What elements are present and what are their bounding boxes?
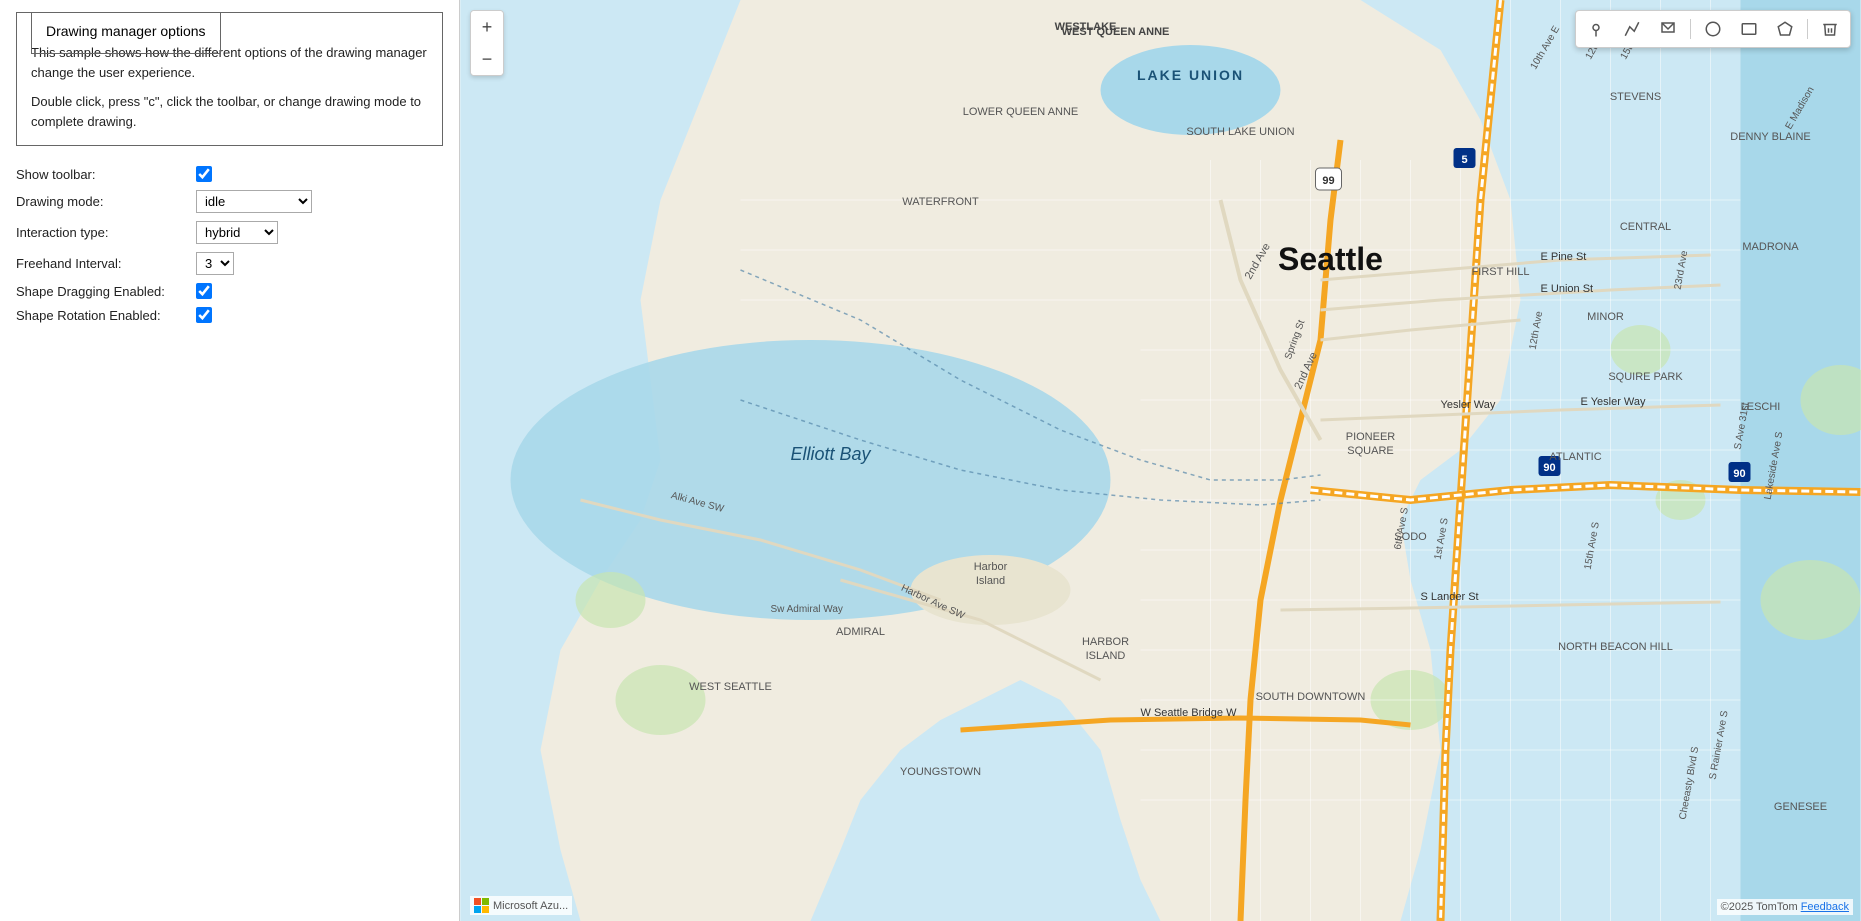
show-toolbar-checkbox[interactable] — [196, 166, 212, 182]
ms-logo: Microsoft Azu... — [470, 896, 572, 915]
svg-text:SOUTH LAKE UNION: SOUTH LAKE UNION — [1186, 126, 1294, 138]
shape-dragging-row: Shape Dragging Enabled: — [16, 283, 443, 299]
svg-text:Harbor: Harbor — [974, 561, 1008, 573]
zoom-out-button[interactable]: − — [471, 43, 503, 75]
svg-text:E Union St: E Union St — [1541, 283, 1594, 295]
freehand-interval-select[interactable]: 1 2 3 4 5 — [196, 252, 234, 275]
drawing-mode-label: Drawing mode: — [16, 194, 196, 209]
left-panel: Drawing manager options This sample show… — [0, 0, 460, 921]
show-toolbar-label: Show toolbar: — [16, 167, 196, 182]
point-tool-button[interactable] — [1582, 15, 1610, 43]
polygon-tool-button[interactable] — [1771, 15, 1799, 43]
svg-text:99: 99 — [1322, 175, 1334, 187]
svg-text:E Pine St: E Pine St — [1541, 251, 1587, 263]
circle-tool-button[interactable] — [1699, 15, 1727, 43]
drawing-mode-select[interactable]: idle draw-point draw-line draw-polygon d… — [196, 190, 312, 213]
rectangle-tool-button[interactable] — [1735, 15, 1763, 43]
toolbar-divider-2 — [1807, 19, 1808, 39]
erase-tool-button[interactable] — [1816, 15, 1844, 43]
zoom-in-button[interactable]: + — [471, 11, 503, 43]
shape-rotation-row: Shape Rotation Enabled: — [16, 307, 443, 323]
svg-text:ATLANTIC: ATLANTIC — [1549, 451, 1601, 463]
attribution-text: ©2025 TomTom — [1721, 901, 1798, 913]
svg-text:Elliott Bay: Elliott Bay — [790, 444, 871, 464]
svg-text:NORTH BEACON HILL: NORTH BEACON HILL — [1558, 641, 1673, 653]
shape-dragging-checkbox[interactable] — [196, 283, 212, 299]
interaction-type-select[interactable]: hybrid click freehand — [196, 221, 278, 244]
svg-text:LOWER QUEEN ANNE: LOWER QUEEN ANNE — [963, 106, 1079, 118]
svg-text:SQUARE: SQUARE — [1347, 445, 1393, 457]
svg-text:90: 90 — [1543, 462, 1555, 474]
svg-text:90: 90 — [1733, 468, 1745, 480]
svg-text:CENTRAL: CENTRAL — [1620, 221, 1671, 233]
zoom-control: + − — [470, 10, 504, 76]
attribution: ©2025 TomTom Feedback — [1717, 899, 1853, 915]
toolbar-divider-1 — [1690, 19, 1691, 39]
interaction-type-row: Interaction type: hybrid click freehand — [16, 221, 443, 244]
svg-text:GENESEE: GENESEE — [1774, 801, 1827, 813]
map-svg: 5 90 90 99 WEST QUEEN ANNE LOWER QUEEN A… — [460, 0, 1861, 921]
shape-rotation-checkbox[interactable] — [196, 307, 212, 323]
svg-text:MADRONA: MADRONA — [1742, 241, 1799, 253]
svg-text:ADMIRAL: ADMIRAL — [836, 626, 885, 638]
microsoft-squares-icon — [474, 898, 489, 913]
line-tool-button[interactable] — [1618, 15, 1646, 43]
svg-text:Island: Island — [976, 575, 1005, 587]
description-2: Double click, press "c", click the toolb… — [31, 92, 428, 131]
svg-text:MINOR: MINOR — [1587, 311, 1624, 323]
feedback-link[interactable]: Feedback — [1801, 901, 1849, 913]
svg-text:FIRST HILL: FIRST HILL — [1472, 266, 1530, 278]
freehand-interval-label: Freehand Interval: — [16, 256, 196, 271]
svg-text:Sw Admiral Way: Sw Admiral Way — [771, 604, 843, 615]
freehand-interval-row: Freehand Interval: 1 2 3 4 5 — [16, 252, 443, 275]
svg-text:STEVENS: STEVENS — [1610, 91, 1661, 103]
svg-text:PIONEER: PIONEER — [1346, 431, 1396, 443]
drawing-mode-row: Drawing mode: idle draw-point draw-line … — [16, 190, 443, 213]
svg-text:W Seattle Bridge W: W Seattle Bridge W — [1141, 707, 1238, 719]
toolbar — [1575, 10, 1851, 48]
options-box: Drawing manager options This sample show… — [16, 12, 443, 146]
options-title: Drawing manager options — [31, 12, 221, 54]
svg-text:E Yesler Way: E Yesler Way — [1581, 396, 1647, 408]
freehand-tool-button[interactable] — [1654, 15, 1682, 43]
svg-text:WATERFRONT: WATERFRONT — [902, 196, 979, 208]
svg-text:5: 5 — [1461, 154, 1467, 166]
interaction-type-label: Interaction type: — [16, 225, 196, 240]
shape-rotation-label: Shape Rotation Enabled: — [16, 308, 196, 323]
svg-text:HARBOR: HARBOR — [1082, 636, 1129, 648]
svg-text:ISLAND: ISLAND — [1086, 650, 1126, 662]
ms-logo-text: Microsoft Azu... — [493, 900, 568, 912]
map-container[interactable]: 5 90 90 99 WEST QUEEN ANNE LOWER QUEEN A… — [460, 0, 1861, 921]
show-toolbar-row: Show toolbar: — [16, 166, 443, 182]
svg-text:Yesler Way: Yesler Way — [1441, 399, 1496, 411]
svg-text:DENNY BLAINE: DENNY BLAINE — [1730, 131, 1811, 143]
svg-text:SOUTH DOWNTOWN: SOUTH DOWNTOWN — [1256, 691, 1366, 703]
svg-text:Seattle: Seattle — [1278, 241, 1383, 277]
svg-text:SQUIRE PARK: SQUIRE PARK — [1608, 371, 1683, 383]
svg-text:S Lander St: S Lander St — [1421, 591, 1479, 603]
shape-dragging-label: Shape Dragging Enabled: — [16, 284, 196, 299]
svg-text:LAKE UNION: LAKE UNION — [1137, 67, 1244, 83]
svg-text:YOUNGSTOWN: YOUNGSTOWN — [900, 766, 981, 778]
svg-text:WEST SEATTLE: WEST SEATTLE — [689, 681, 772, 693]
svg-text:WESTLAKE: WESTLAKE — [1055, 21, 1117, 33]
